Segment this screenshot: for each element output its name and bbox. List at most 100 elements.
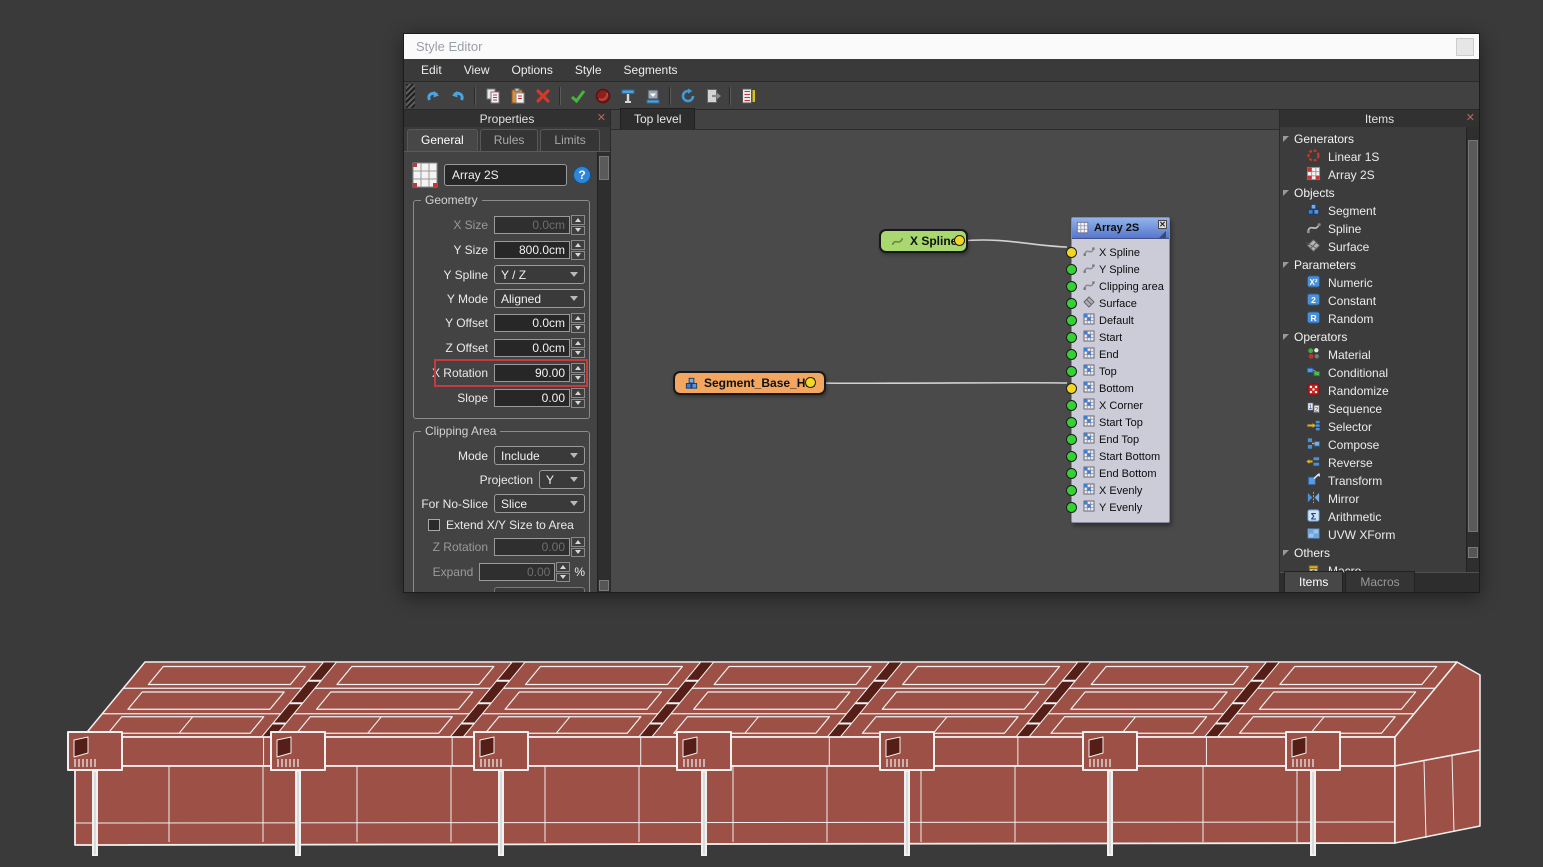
spinner-row-y-offset[interactable]: [571, 313, 585, 333]
input-row-expand[interactable]: 0.00: [479, 563, 555, 581]
slot-socket[interactable]: [1066, 281, 1077, 292]
tree-item-array-2s[interactable]: Array 2S: [1280, 166, 1466, 184]
dropdown-row-for-no-slice[interactable]: Slice: [494, 494, 585, 513]
tree-item-randomize[interactable]: Randomize: [1280, 382, 1466, 400]
pin-bottom-button[interactable]: [640, 85, 665, 107]
copy-button[interactable]: [480, 85, 505, 107]
menu-view[interactable]: View: [453, 60, 501, 80]
collapse-triangle-icon[interactable]: [1283, 334, 1289, 340]
dropdown-row-auto-align[interactable]: None: [494, 587, 585, 592]
array-slot-end[interactable]: End: [1072, 346, 1169, 363]
help-button[interactable]: ?: [573, 166, 591, 184]
input-row-z-offset[interactable]: 0.0cm: [494, 339, 570, 357]
collapse-triangle-icon[interactable]: [1283, 262, 1289, 268]
properties-close-icon[interactable]: ✕: [597, 111, 606, 124]
items-panel-header[interactable]: Items ✕: [1280, 110, 1479, 127]
array-slot-bottom[interactable]: Bottom: [1072, 380, 1169, 397]
array-slot-x-spline[interactable]: X Spline: [1072, 244, 1169, 261]
tree-item-selector[interactable]: Selector: [1280, 418, 1466, 436]
pin-top-button[interactable]: [615, 85, 640, 107]
spinner-row-expand[interactable]: [556, 562, 570, 582]
tree-group-parameters[interactable]: Parameters: [1280, 256, 1466, 274]
spinner-row-y-size[interactable]: [571, 240, 585, 260]
tree-item-uvw-xform[interactable]: UVW XForm: [1280, 526, 1466, 544]
array-slot-end-bottom[interactable]: End Bottom: [1072, 465, 1169, 482]
spinner-row-z-rotation[interactable]: [571, 537, 585, 557]
array-slot-top[interactable]: Top: [1072, 363, 1169, 380]
tab-limits[interactable]: Limits: [540, 129, 599, 151]
dropdown-row-y-spline[interactable]: Y / Z: [494, 265, 585, 284]
items-tab-macros[interactable]: Macros: [1345, 571, 1414, 592]
input-row-slope[interactable]: 0.00: [494, 389, 570, 407]
tree-item-compose[interactable]: Compose: [1280, 436, 1466, 454]
slot-socket[interactable]: [1066, 366, 1077, 377]
tab-top-level[interactable]: Top level: [620, 108, 695, 129]
tree-group-others[interactable]: Others: [1280, 544, 1466, 562]
toolbar-drag-handle[interactable]: [406, 84, 415, 108]
tree-item-segment[interactable]: Segment: [1280, 202, 1466, 220]
dropdown-row-y-mode[interactable]: Aligned: [494, 289, 585, 308]
disable-button[interactable]: [590, 85, 615, 107]
items-tab-items[interactable]: Items: [1284, 571, 1343, 592]
array-slot-x-evenly[interactable]: X Evenly: [1072, 482, 1169, 499]
tree-item-reverse[interactable]: Reverse: [1280, 454, 1466, 472]
array-slot-surface[interactable]: Surface: [1072, 295, 1169, 312]
slot-socket[interactable]: [1066, 451, 1077, 462]
list-button[interactable]: [735, 85, 760, 107]
tab-rules[interactable]: Rules: [480, 129, 539, 151]
tree-group-objects[interactable]: Objects: [1280, 184, 1466, 202]
node-segment-base-hal[interactable]: Segment_Base_Hal: [673, 371, 826, 395]
array-slot-default[interactable]: Default: [1072, 312, 1169, 329]
checkbox-row-extend-x-y-size-to-area[interactable]: [428, 519, 440, 531]
spinner-row-x-rotation[interactable]: [571, 363, 585, 383]
slot-socket[interactable]: [1066, 349, 1077, 360]
input-row-z-rotation[interactable]: 0.00: [494, 538, 570, 556]
menu-segments[interactable]: Segments: [613, 60, 689, 80]
input-row-y-offset[interactable]: 0.0cm: [494, 314, 570, 332]
slot-socket[interactable]: [1066, 315, 1077, 326]
array-slot-start-bottom[interactable]: Start Bottom: [1072, 448, 1169, 465]
undo-button[interactable]: [420, 85, 445, 107]
array-slot-y-spline[interactable]: Y Spline: [1072, 261, 1169, 278]
node-array-2s[interactable]: Array 2S ✕ X SplineY SplineClipping area…: [1071, 217, 1170, 523]
collapse-triangle-icon[interactable]: [1283, 136, 1289, 142]
array-slot-start[interactable]: Start: [1072, 329, 1169, 346]
title-bar[interactable]: Style Editor: [404, 34, 1479, 59]
items-scrollbar[interactable]: [1466, 127, 1479, 572]
menu-options[interactable]: Options: [500, 60, 563, 80]
menu-edit[interactable]: Edit: [410, 60, 453, 80]
dropdown-row-mode[interactable]: Include: [494, 446, 585, 465]
array-slot-x-corner[interactable]: X Corner: [1072, 397, 1169, 414]
input-row-x-size[interactable]: 0.0cm: [494, 216, 570, 234]
menu-style[interactable]: Style: [564, 60, 613, 80]
array-slot-clipping-area[interactable]: Clipping area: [1072, 278, 1169, 295]
slot-socket[interactable]: [1066, 247, 1077, 258]
tree-item-conditional[interactable]: Conditional: [1280, 364, 1466, 382]
array-node-title[interactable]: Array 2S ✕: [1072, 218, 1169, 239]
properties-scrollbar[interactable]: [597, 152, 610, 592]
tree-item-sequence[interactable]: 12Sequence: [1280, 400, 1466, 418]
export-button[interactable]: [700, 85, 725, 107]
tree-item-mirror[interactable]: Mirror: [1280, 490, 1466, 508]
items-close-icon[interactable]: ✕: [1466, 111, 1475, 124]
input-row-x-rotation[interactable]: 90.00: [494, 364, 570, 382]
slot-socket[interactable]: [1066, 468, 1077, 479]
array-node-collapse-icon[interactable]: [1159, 231, 1166, 238]
segment-output-socket[interactable]: [805, 377, 816, 388]
array-node-close-icon[interactable]: ✕: [1158, 220, 1167, 229]
tree-group-operators[interactable]: Operators: [1280, 328, 1466, 346]
tree-item-material[interactable]: Material: [1280, 346, 1466, 364]
spinner-row-slope[interactable]: [571, 388, 585, 408]
node-name-input[interactable]: Array 2S: [444, 164, 567, 186]
tree-item-numeric[interactable]: X²Numeric: [1280, 274, 1466, 292]
input-row-y-size[interactable]: 800.0cm: [494, 241, 570, 259]
array-slot-start-top[interactable]: Start Top: [1072, 414, 1169, 431]
tree-item-spline[interactable]: Spline: [1280, 220, 1466, 238]
tab-general[interactable]: General: [407, 129, 478, 151]
slot-socket[interactable]: [1066, 502, 1077, 513]
window-close-button[interactable]: [1456, 38, 1474, 56]
dropdown-row-projection[interactable]: Y: [539, 470, 585, 489]
properties-panel-header[interactable]: Properties ✕: [404, 110, 610, 127]
tree-item-surface[interactable]: Surface: [1280, 238, 1466, 256]
collapse-triangle-icon[interactable]: [1283, 190, 1289, 196]
